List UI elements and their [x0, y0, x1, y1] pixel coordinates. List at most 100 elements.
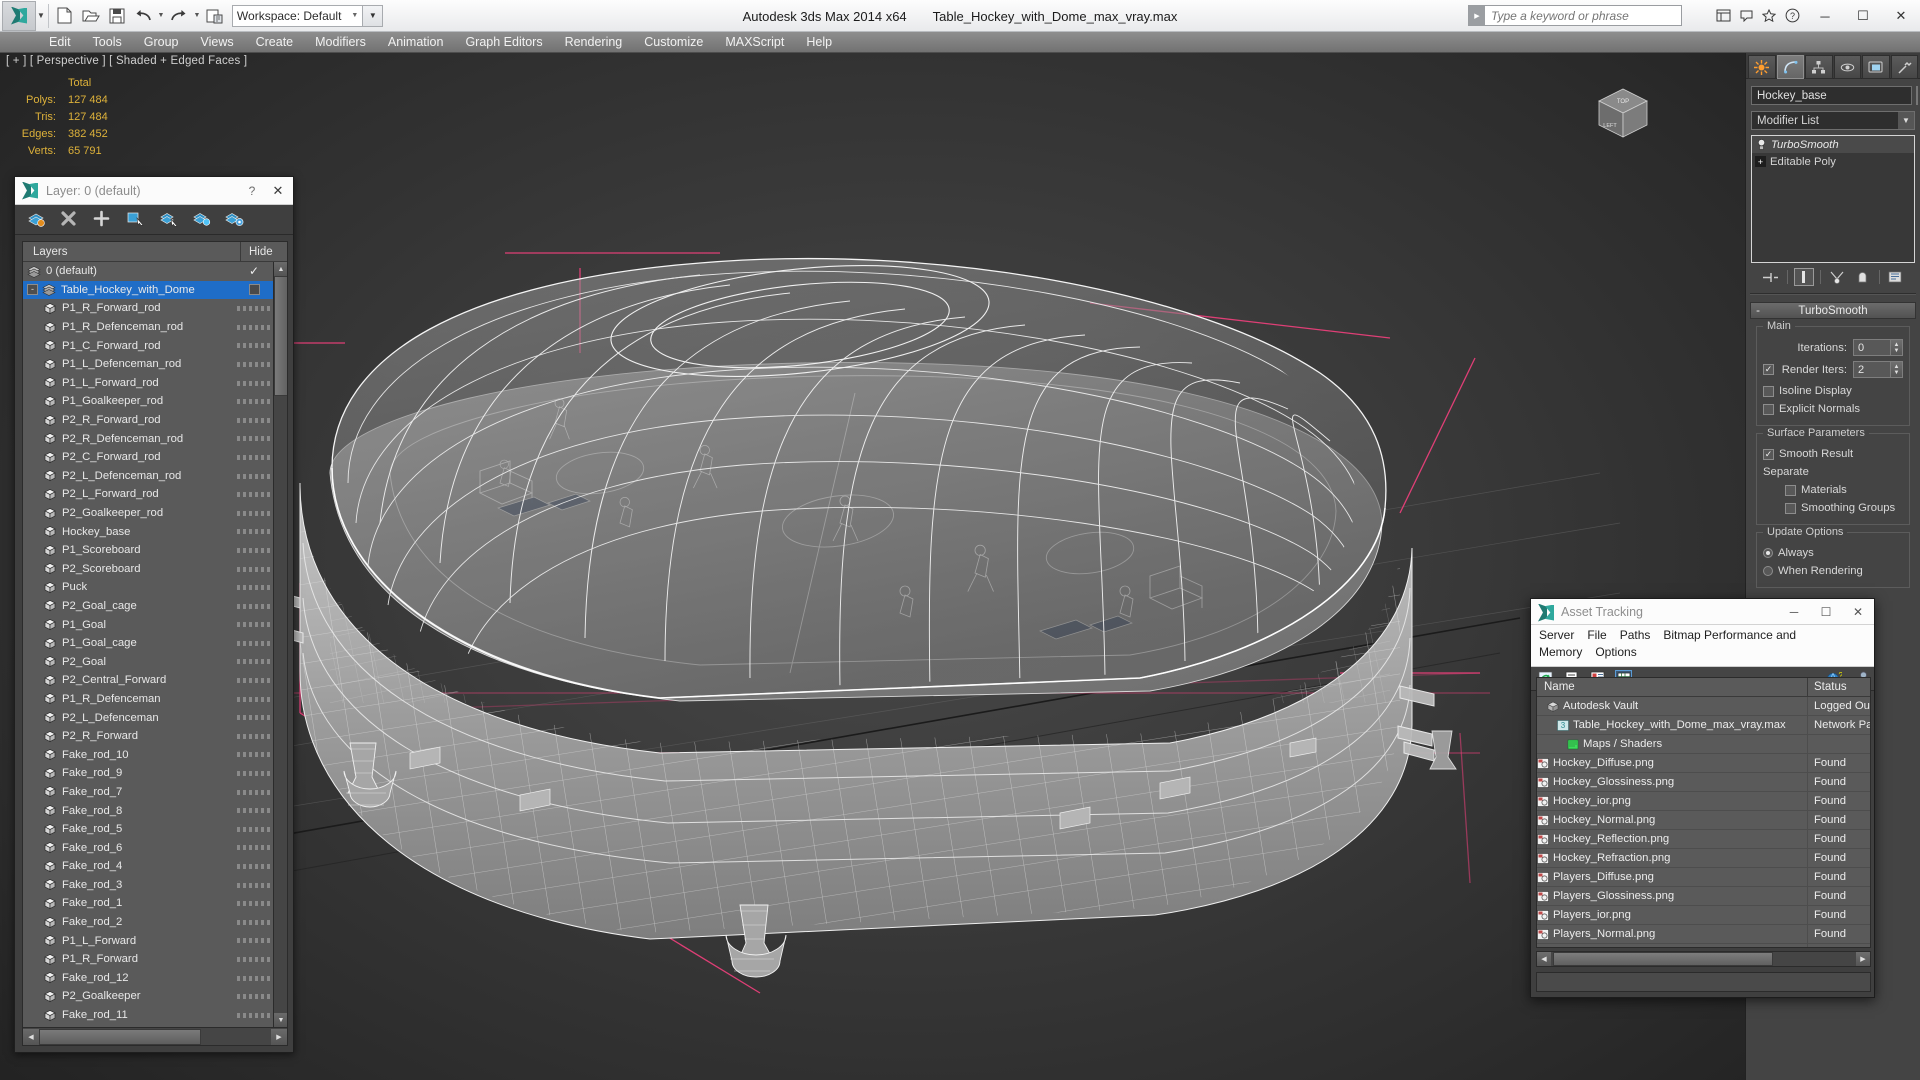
layer-dialog-close-button[interactable]: ✕ — [263, 183, 293, 199]
layer-row[interactable]: P2_C_Forward_rod — [23, 448, 273, 467]
view-cube[interactable]: TOP LEFT — [1591, 81, 1655, 143]
layer-row[interactable]: Fake_rod_9 — [23, 764, 273, 783]
layer-row[interactable]: Fake_rod_7 — [23, 783, 273, 802]
scroll-down-arrow-icon[interactable]: ▼ — [274, 1013, 287, 1027]
asset-tracking-grid[interactable]: Name Status Autodesk Vault Logged Ou 3 Tabl… — [1536, 677, 1871, 948]
display-tab[interactable] — [1862, 55, 1890, 79]
layer-row[interactable]: Fake_rod_8 — [23, 801, 273, 820]
asset-name-cell[interactable]: Autodesk Vault — [1537, 697, 1808, 715]
layer-row[interactable]: P2_Goalkeeper — [23, 987, 273, 1006]
asset-row[interactable]: Autodesk Vault Logged Ou — [1537, 697, 1870, 716]
workspace-dropdown-button[interactable]: ▼ — [363, 4, 384, 27]
h-scroll-track[interactable] — [39, 1028, 271, 1045]
asset-tracking-title-bar[interactable]: Asset Tracking ─ ☐ ✕ — [1531, 599, 1874, 625]
hierarchy-tab[interactable] — [1805, 55, 1833, 79]
redo-dropdown-icon[interactable]: ▼ — [192, 12, 202, 19]
asset-row[interactable]: Maps / Shaders — [1537, 735, 1870, 754]
asset-name-cell[interactable]: Hockey_Diffuse.png — [1537, 754, 1808, 772]
asset-menu-bitmap-performance-and-memory[interactable]: Bitmap Performance and Memory — [1539, 628, 1796, 659]
workspace-selector[interactable]: Workspace: Default ▼ — [231, 4, 364, 27]
asset-row[interactable]: 3 Table_Hockey_with_Dome_max_vray.max Netw… — [1537, 716, 1870, 735]
layer-row[interactable]: P2_L_Defenceman — [23, 708, 273, 727]
expand-icon[interactable]: + — [1755, 156, 1766, 167]
menu-item-customize[interactable]: Customize — [633, 32, 714, 53]
asset-name-cell[interactable]: Hockey_Normal.png — [1537, 811, 1808, 829]
scroll-up-arrow-icon[interactable]: ▲ — [274, 262, 287, 276]
modifier-stack-item[interactable]: TurboSmooth — [1752, 136, 1914, 153]
scroll-thumb[interactable] — [274, 276, 287, 396]
layer-row[interactable]: Fake_rod_5 — [23, 820, 273, 839]
checkbox[interactable] — [1763, 385, 1774, 397]
asset-menu-server[interactable]: Server — [1539, 628, 1574, 642]
layer-row[interactable]: Fake_rod_11 — [23, 1006, 273, 1025]
communication-center-icon[interactable] — [1736, 4, 1756, 26]
layer-row[interactable]: P2_R_Forward_rod — [23, 411, 273, 430]
layer-manager-dialog[interactable]: Layer: 0 (default) ? ✕ Layers Hide 0 (de… — [14, 176, 294, 1053]
layer-list-horizontal-scrollbar[interactable]: ◀ ▶ — [23, 1027, 287, 1045]
select-objects-in-layer-icon[interactable] — [126, 210, 145, 229]
asset-tracking-dialog[interactable]: Asset Tracking ─ ☐ ✕ Server File Paths Bitm… — [1530, 598, 1875, 998]
asset-row[interactable]: Hockey_Glossiness.png Found — [1537, 773, 1870, 792]
layer-row[interactable]: P2_L_Defenceman_rod — [23, 467, 273, 486]
modifier-stack[interactable]: TurboSmooth + Editable Poly — [1751, 135, 1915, 263]
remove-modifier-icon[interactable] — [1853, 268, 1873, 286]
layer-row[interactable]: P2_Goalkeeper_rod — [23, 504, 273, 523]
make-unique-icon[interactable] — [1827, 268, 1847, 286]
asset-minimize-button[interactable]: ─ — [1778, 599, 1810, 625]
layer-row[interactable]: P1_L_Forward — [23, 931, 273, 950]
layer-row[interactable]: 0 (default) ✓ — [23, 262, 273, 281]
asset-row[interactable]: Players_ior.png Found — [1537, 906, 1870, 925]
select-highlighted-objects-icon[interactable] — [159, 210, 178, 229]
app-logo-button[interactable] — [2, 0, 36, 31]
asset-row[interactable]: Hockey_Reflection.png Found — [1537, 830, 1870, 849]
layer-properties-icon[interactable] — [225, 210, 244, 229]
scroll-right-arrow-icon[interactable]: ▶ — [271, 1028, 287, 1045]
asset-scroll-left-icon[interactable]: ◀ — [1537, 952, 1551, 966]
layer-row[interactable]: P1_Scoreboard — [23, 541, 273, 560]
layer-row[interactable]: P1_Goal — [23, 615, 273, 634]
close-button[interactable]: ✕ — [1882, 0, 1920, 32]
asset-row[interactable]: Players_Reflection.png Found — [1537, 944, 1870, 947]
layer-row[interactable]: P1_R_Forward — [23, 950, 273, 969]
spinner-input[interactable] — [1853, 361, 1891, 378]
asset-menu-paths[interactable]: Paths — [1620, 628, 1651, 642]
layer-row[interactable]: Puck — [23, 578, 273, 597]
checkbox[interactable] — [1785, 502, 1796, 514]
radio-row[interactable]: When Rendering — [1763, 562, 1903, 580]
layer-hide-cell[interactable]: ✓ — [241, 262, 273, 281]
save-file-icon[interactable] — [104, 3, 130, 29]
checkbox-row[interactable]: Isoline Display — [1763, 382, 1903, 400]
layer-row[interactable]: Fake_rod_12 — [23, 969, 273, 988]
project-folder-icon[interactable] — [202, 3, 228, 29]
object-name-input[interactable] — [1751, 86, 1912, 105]
layer-row[interactable]: P1_Goal_cage — [23, 634, 273, 653]
layer-row[interactable]: P2_Scoreboard — [23, 560, 273, 579]
lightbulb-icon[interactable] — [1755, 138, 1768, 151]
menu-item-group[interactable]: Group — [133, 32, 190, 53]
modifier-list-dropdown[interactable]: Modifier List ▼ — [1751, 111, 1915, 130]
modify-tab[interactable] — [1776, 55, 1804, 79]
layer-list-grid[interactable]: Layers Hide 0 (default) ✓ - Table_Hockey_wi… — [22, 241, 288, 1046]
menu-item-views[interactable]: Views — [189, 32, 244, 53]
layer-dialog-title-bar[interactable]: Layer: 0 (default) ? ✕ — [15, 177, 293, 205]
pin-stack-icon[interactable] — [1761, 268, 1781, 286]
help-icon[interactable]: ? — [1782, 4, 1802, 26]
spinner-input[interactable] — [1853, 339, 1891, 356]
h-scroll-thumb[interactable] — [39, 1028, 202, 1045]
asset-name-cell[interactable]: Players_Normal.png — [1537, 925, 1808, 943]
asset-name-cell[interactable]: Hockey_ior.png — [1537, 792, 1808, 810]
scroll-left-arrow-icon[interactable]: ◀ — [23, 1028, 39, 1045]
chevron-down-icon[interactable]: ▼ — [1898, 112, 1914, 129]
checkbox-row[interactable]: Materials — [1763, 481, 1903, 499]
layer-hide-cell[interactable] — [241, 281, 273, 300]
show-end-result-icon[interactable] — [1793, 268, 1814, 286]
expand-collapse-icon[interactable]: - — [27, 284, 38, 296]
layer-row[interactable]: - Table_Hockey_with_Dome — [23, 280, 273, 300]
asset-name-cell[interactable]: 3 Table_Hockey_with_Dome_max_vray.max — [1537, 716, 1808, 734]
layer-row[interactable]: P2_Goal — [23, 652, 273, 671]
checkbox[interactable] — [1763, 403, 1774, 415]
asset-name-cell[interactable]: Players_Glossiness.png — [1537, 887, 1808, 905]
modifier-stack-item[interactable]: + Editable Poly — [1752, 153, 1914, 170]
asset-name-cell[interactable]: Maps / Shaders — [1537, 735, 1808, 753]
menu-item-graph-editors[interactable]: Graph Editors — [454, 32, 553, 53]
